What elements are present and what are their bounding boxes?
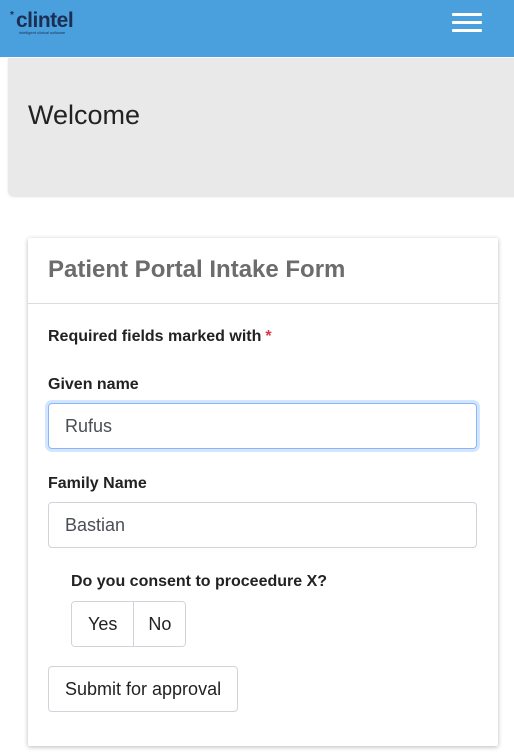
required-asterisk: * xyxy=(265,328,272,345)
logo-mark: * xyxy=(10,10,14,21)
card-header: Patient Portal Intake Form xyxy=(28,238,498,304)
clintel-logo[interactable]: * clintel intelligent clinical software xyxy=(10,8,110,40)
given-name-input[interactable] xyxy=(48,403,477,449)
logo-tagline: intelligent clinical software xyxy=(19,30,66,35)
required-note-text: Required fields marked with xyxy=(48,328,262,345)
form-title: Patient Portal Intake Form xyxy=(48,256,346,283)
family-name-label: Family Name xyxy=(48,475,147,492)
consent-yes-button[interactable]: Yes xyxy=(72,602,134,646)
welcome-panel: Welcome xyxy=(8,58,514,196)
intake-form-card: Patient Portal Intake Form Required fiel… xyxy=(28,238,498,746)
consent-question: Do you consent to proceedure X? xyxy=(71,573,328,590)
hamburger-line xyxy=(452,29,482,32)
hamburger-line xyxy=(452,13,482,16)
welcome-title: Welcome xyxy=(28,100,141,130)
required-fields-note: Required fields marked with * xyxy=(48,327,272,347)
top-navbar: * clintel intelligent clinical software xyxy=(0,0,514,57)
consent-toggle-group: Yes No xyxy=(71,601,187,647)
consent-no-button[interactable]: No xyxy=(133,602,186,646)
hamburger-menu-icon[interactable] xyxy=(446,12,486,36)
given-name-label: Given name xyxy=(48,376,139,393)
hamburger-line xyxy=(452,21,482,24)
submit-for-approval-button[interactable]: Submit for approval xyxy=(48,666,239,712)
family-name-input[interactable] xyxy=(48,502,477,548)
